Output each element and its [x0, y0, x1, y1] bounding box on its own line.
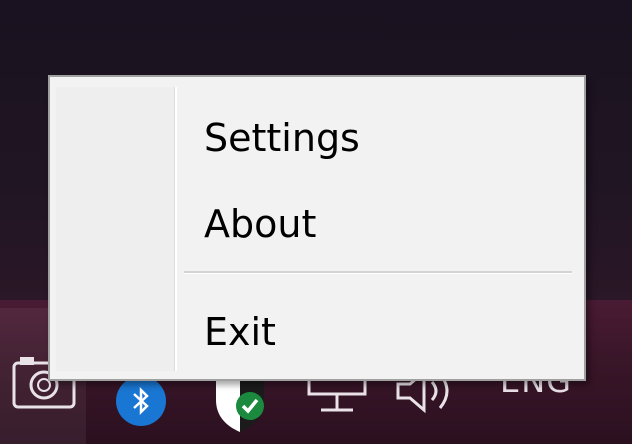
menu-icon-divider: [174, 87, 177, 371]
menu-item-exit[interactable]: Exit: [182, 295, 578, 369]
menu-item-about[interactable]: About: [182, 187, 578, 261]
menu-item-label: Exit: [204, 310, 276, 354]
bluetooth-glyph: [133, 386, 149, 416]
tray-context-menu: Settings About Exit: [48, 75, 586, 381]
bluetooth-icon[interactable]: [116, 376, 166, 426]
menu-item-label: About: [204, 202, 317, 246]
defender-shield-icon: [216, 372, 264, 432]
shield-check-icon[interactable]: [210, 372, 270, 432]
menu-icon-column: [56, 87, 174, 371]
menu-item-settings[interactable]: Settings: [182, 101, 578, 175]
menu-item-label: Settings: [204, 116, 360, 160]
menu-separator: [184, 271, 572, 274]
